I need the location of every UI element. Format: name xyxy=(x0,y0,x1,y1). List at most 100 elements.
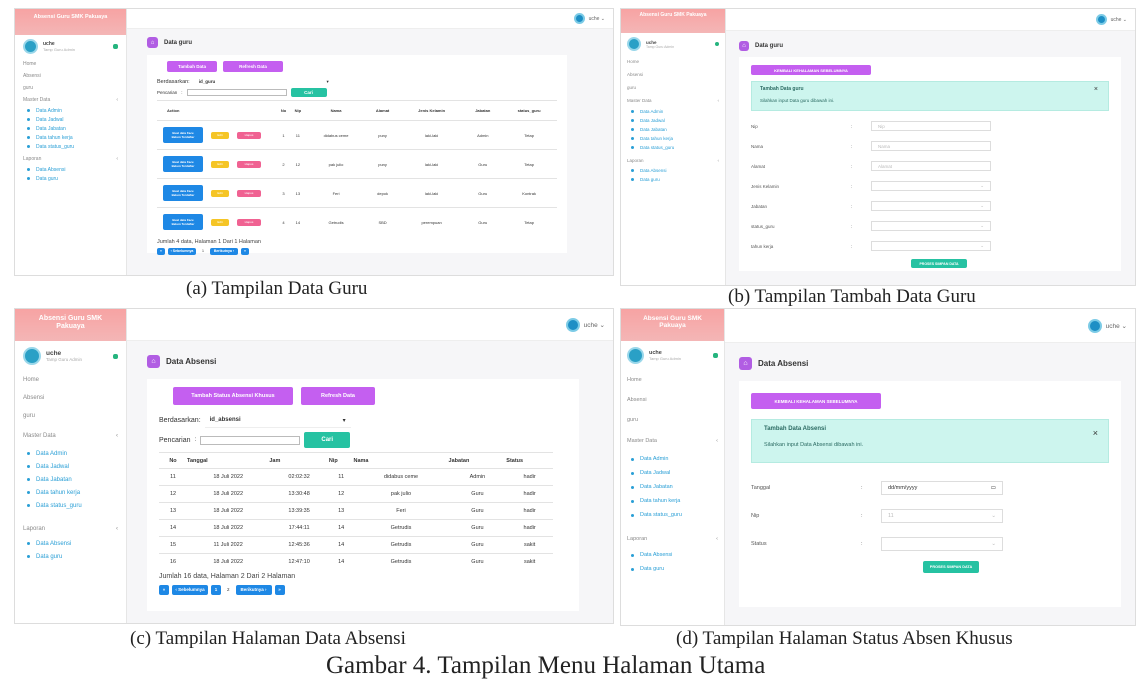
sidebar-item-jabatan[interactable]: Data Jabatan xyxy=(15,473,126,486)
home-icon[interactable]: ⌂ xyxy=(739,41,749,51)
face-data-button[interactable]: Buat data Face Belum Terdaftar xyxy=(163,214,203,231)
face-data-button[interactable]: Buat data Face Belum Terdaftar xyxy=(163,185,203,201)
sidebar-item-jabatan[interactable]: Data Jabatan xyxy=(15,124,126,133)
tambah-status-absensi-button[interactable]: Tambah Status Absensi Khusus xyxy=(173,387,293,405)
home-icon[interactable]: ⌂ xyxy=(147,37,158,48)
status-select[interactable]: ⌄ xyxy=(881,537,1003,551)
prev-page-button[interactable]: ‹ Sebelumnya xyxy=(168,247,196,255)
face-data-button[interactable]: Buat data Face Belum Terdaftar xyxy=(163,127,203,143)
nav-master-data[interactable]: Master Data ‹ xyxy=(15,425,126,447)
page-number[interactable]: 1 xyxy=(199,249,207,253)
user-avatar-icon[interactable] xyxy=(1087,318,1102,333)
calendar-icon[interactable]: ▭ xyxy=(991,485,996,491)
sidebar-item-tahun-kerja[interactable]: Data tahun kerja xyxy=(621,494,724,508)
first-page-button[interactable]: « xyxy=(157,247,165,255)
hapus-button[interactable]: Hapus xyxy=(237,189,261,197)
sidebar-item-admin[interactable]: Data Admin xyxy=(15,447,126,460)
nav-master-data[interactable]: Master Data ‹ xyxy=(15,94,126,106)
nav-home[interactable]: Home xyxy=(621,370,724,390)
page-1-button[interactable]: 1 xyxy=(211,584,221,595)
hapus-button[interactable]: Hapus xyxy=(237,160,261,168)
face-data-button[interactable]: Buat data Face Belum Terdaftar xyxy=(163,156,203,172)
next-page-button[interactable]: Berikutnya › xyxy=(235,584,272,595)
user-menu[interactable]: uche ⌄ xyxy=(1106,322,1127,330)
first-page-button[interactable]: « xyxy=(159,584,169,595)
berdasarkan-select[interactable]: id_absensi ▾ xyxy=(204,413,351,428)
jenis-kelamin-select[interactable]: ⌄ xyxy=(871,181,991,191)
nav-guru[interactable]: guru xyxy=(15,82,126,94)
sidebar-item-status-guru[interactable]: Data status_guru xyxy=(15,499,126,512)
nav-absensi[interactable]: Absensi xyxy=(621,390,724,410)
nav-laporan[interactable]: Laporan ‹ xyxy=(15,151,126,165)
edit-button[interactable]: Edit xyxy=(211,160,229,168)
sidebar-item-data-guru[interactable]: Data guru xyxy=(15,550,126,563)
kembali-button[interactable]: KEMBALI KEHALAMAN SEBELUMNYA xyxy=(751,393,881,409)
close-icon[interactable]: × xyxy=(1094,86,1098,93)
sidebar-item-tahun-kerja[interactable]: Data tahun kerja xyxy=(621,134,725,143)
sidebar-item-admin[interactable]: Data Admin xyxy=(621,107,725,116)
user-menu[interactable]: uche ⌄ xyxy=(584,321,605,329)
nav-laporan[interactable]: Laporan ‹ xyxy=(621,522,724,548)
nav-laporan[interactable]: Laporan ‹ xyxy=(15,512,126,537)
sidebar-item-data-absensi[interactable]: Data Absensi xyxy=(15,165,126,174)
sidebar-item-tahun-kerja[interactable]: Data tahun kerja xyxy=(15,486,126,499)
last-page-button[interactable]: » xyxy=(274,584,285,595)
nav-home[interactable]: Home xyxy=(621,55,725,68)
nama-input[interactable]: Nama xyxy=(871,141,991,151)
user-menu[interactable]: uche ⌄ xyxy=(1111,17,1127,23)
submit-button[interactable]: PROSES SIMPAN DATA xyxy=(911,259,967,268)
user-avatar-icon[interactable] xyxy=(1095,14,1107,25)
alamat-input[interactable]: Alamat xyxy=(871,161,991,171)
cari-button[interactable]: Cari xyxy=(290,88,327,97)
home-icon[interactable]: ⌂ xyxy=(147,355,160,368)
nav-guru[interactable]: guru xyxy=(621,81,725,94)
sidebar-item-tahun-kerja[interactable]: Data tahun kerja xyxy=(15,133,126,142)
nav-laporan[interactable]: Laporan ‹ xyxy=(621,152,725,166)
nip-input[interactable]: Nip xyxy=(871,121,991,131)
nip-select[interactable]: 11 ⌄ xyxy=(881,509,1003,523)
user-avatar-icon[interactable] xyxy=(573,13,585,24)
sidebar-item-status-guru[interactable]: Data status_guru xyxy=(621,143,725,152)
refresh-data-button[interactable]: Refresh Data xyxy=(223,61,283,72)
close-icon[interactable]: × xyxy=(1093,428,1098,438)
home-icon[interactable]: ⌂ xyxy=(739,357,752,370)
sidebar-item-data-absensi[interactable]: Data Absensi xyxy=(621,166,725,175)
sidebar-item-admin[interactable]: Data Admin xyxy=(15,106,126,115)
nav-guru[interactable]: guru xyxy=(621,410,724,430)
nav-guru[interactable]: guru xyxy=(15,407,126,425)
sidebar-item-status-guru[interactable]: Data status_guru xyxy=(621,508,724,522)
sidebar-item-data-absensi[interactable]: Data Absensi xyxy=(621,548,724,562)
tanggal-date-input[interactable]: dd/mm/yyyy ▭ xyxy=(881,481,1003,495)
status-guru-select[interactable]: ⌄ xyxy=(871,221,991,231)
kembali-button[interactable]: KEMBALI KEHALAMAN SEBELUMNYA xyxy=(751,65,871,75)
nav-master-data[interactable]: Master Data ‹ xyxy=(621,430,724,452)
nav-absensi[interactable]: Absensi xyxy=(15,389,126,407)
tahun-kerja-select[interactable]: ⌄ xyxy=(871,241,991,251)
nav-home[interactable]: Home xyxy=(15,58,126,70)
edit-button[interactable]: Edit xyxy=(211,218,229,226)
sidebar-item-data-guru[interactable]: Data guru xyxy=(621,562,724,576)
sidebar-item-status-guru[interactable]: Data status_guru xyxy=(15,142,126,151)
nav-absensi[interactable]: Absensi xyxy=(621,68,725,81)
nav-master-data[interactable]: Master Data ‹ xyxy=(621,94,725,107)
sidebar-item-jadwal[interactable]: Data Jadwal xyxy=(621,116,725,125)
user-menu[interactable]: uche ⌄ xyxy=(589,16,605,22)
user-avatar-icon[interactable] xyxy=(565,317,580,332)
sidebar-item-jadwal[interactable]: Data Jadwal xyxy=(621,466,724,480)
berdasarkan-select[interactable]: id_guru ▾ xyxy=(193,77,334,86)
nav-home[interactable]: Home xyxy=(15,371,126,389)
sidebar-item-jadwal[interactable]: Data Jadwal xyxy=(15,115,126,124)
refresh-data-button[interactable]: Refresh Data xyxy=(301,387,375,405)
hapus-button[interactable]: Hapus xyxy=(237,131,261,139)
next-page-button[interactable]: Berikutnya › xyxy=(209,247,238,255)
sidebar-item-jabatan[interactable]: Data Jabatan xyxy=(621,125,725,134)
edit-button[interactable]: Edit xyxy=(211,131,229,139)
sidebar-item-admin[interactable]: Data Admin xyxy=(621,452,724,466)
search-input[interactable] xyxy=(200,435,301,445)
sidebar-item-jabatan[interactable]: Data Jabatan xyxy=(621,480,724,494)
prev-page-button[interactable]: ‹ Sebelumnya xyxy=(172,584,208,595)
hapus-button[interactable]: Hapus xyxy=(237,218,261,226)
sidebar-item-data-absensi[interactable]: Data Absensi xyxy=(15,537,126,550)
sidebar-item-data-guru[interactable]: Data guru xyxy=(621,175,725,184)
cari-button[interactable]: Cari xyxy=(304,432,351,448)
